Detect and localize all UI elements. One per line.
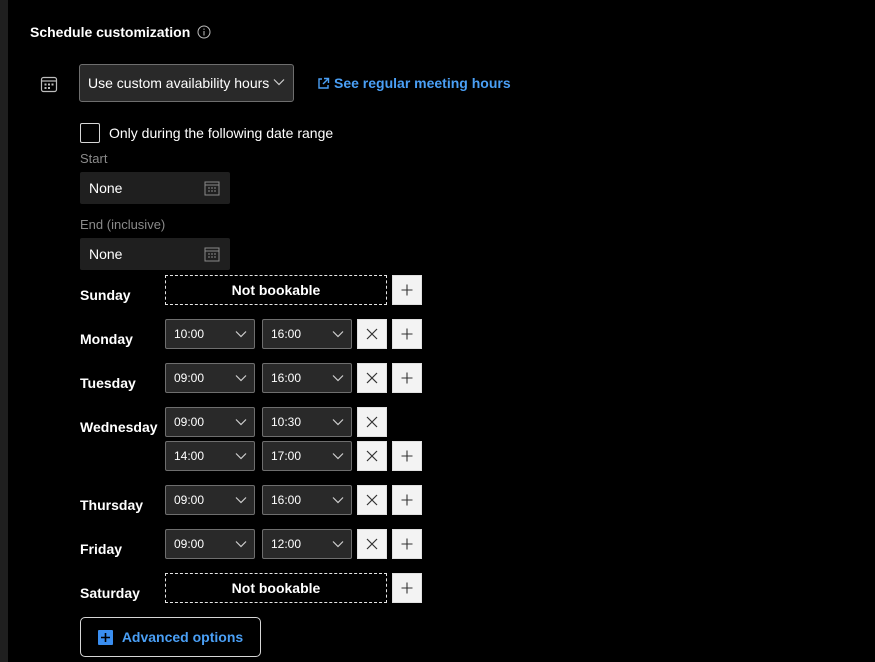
plus-icon xyxy=(401,328,413,340)
start-time-value: 09:00 xyxy=(174,493,205,507)
end-time-value: 10:30 xyxy=(271,415,302,429)
start-time-select[interactable]: 09:00 xyxy=(165,407,255,437)
start-time-select[interactable]: 09:00 xyxy=(165,363,255,393)
start-time-select[interactable]: 10:00 xyxy=(165,319,255,349)
start-time-value: 09:00 xyxy=(174,537,205,551)
end-time-select[interactable]: 16:00 xyxy=(262,363,352,393)
day-label-saturday: Saturday xyxy=(80,585,140,601)
date-range-checkbox-label: Only during the following date range xyxy=(109,125,334,141)
day-label-sunday: Sunday xyxy=(80,287,131,303)
link-label: See regular meeting hours xyxy=(334,75,511,91)
start-time-value: 09:00 xyxy=(174,415,205,429)
end-date-field[interactable]: None xyxy=(80,238,230,270)
end-time-select[interactable]: 12:00 xyxy=(262,529,352,559)
section-title: Schedule customization xyxy=(30,24,191,40)
start-time-select[interactable]: 14:00 xyxy=(165,441,255,471)
day-label-monday: Monday xyxy=(80,331,133,347)
day-label-wednesday: Wednesday xyxy=(80,419,158,435)
end-time-value: 16:00 xyxy=(271,371,302,385)
add-slot-button[interactable] xyxy=(392,275,422,305)
start-date-field[interactable]: None xyxy=(80,172,230,204)
section-header: Schedule customization xyxy=(30,24,211,40)
day-label-thursday: Thursday xyxy=(80,497,144,513)
add-slot-button[interactable] xyxy=(392,363,422,393)
not-bookable-sunday: Not bookable xyxy=(165,275,387,305)
chevron-down-icon xyxy=(332,497,344,504)
advanced-options-label: Advanced options xyxy=(121,629,244,645)
start-time-value: 10:00 xyxy=(174,327,205,341)
end-time-value: 16:00 xyxy=(271,493,302,507)
chevron-down-icon xyxy=(235,453,247,460)
chevron-down-icon xyxy=(235,541,247,548)
calendar-icon xyxy=(40,76,58,93)
availability-mode-value: Use custom availability hours xyxy=(88,75,270,91)
info-icon[interactable] xyxy=(197,25,211,39)
add-slot-button[interactable] xyxy=(392,573,422,603)
add-box-icon xyxy=(97,629,113,645)
remove-slot-button[interactable] xyxy=(357,319,387,349)
close-icon xyxy=(366,416,378,428)
end-label: End (inclusive) xyxy=(80,217,166,232)
start-time-value: 14:00 xyxy=(174,449,205,463)
close-icon xyxy=(366,450,378,462)
end-date-value: None xyxy=(89,246,123,262)
remove-slot-button[interactable] xyxy=(357,363,387,393)
left-edge-strip xyxy=(0,0,8,662)
see-regular-meeting-hours-link[interactable]: See regular meeting hours xyxy=(317,75,511,91)
add-slot-button[interactable] xyxy=(392,529,422,559)
chevron-down-icon xyxy=(273,79,285,86)
plus-icon xyxy=(401,450,413,462)
end-time-select[interactable]: 10:30 xyxy=(262,407,352,437)
start-date-value: None xyxy=(89,180,123,196)
close-icon xyxy=(366,494,378,506)
plus-icon xyxy=(401,494,413,506)
chevron-down-icon xyxy=(332,375,344,382)
start-time-select[interactable]: 09:00 xyxy=(165,485,255,515)
close-icon xyxy=(366,372,378,384)
plus-icon xyxy=(401,582,413,594)
day-label-friday: Friday xyxy=(80,541,123,557)
close-icon xyxy=(366,538,378,550)
date-range-checkbox[interactable] xyxy=(80,123,100,143)
chevron-down-icon xyxy=(332,331,344,338)
chevron-down-icon xyxy=(235,497,247,504)
end-time-value: 17:00 xyxy=(271,449,302,463)
chevron-down-icon xyxy=(235,419,247,426)
start-time-select[interactable]: 09:00 xyxy=(165,529,255,559)
start-time-value: 09:00 xyxy=(174,371,205,385)
not-bookable-saturday: Not bookable xyxy=(165,573,387,603)
end-time-value: 12:00 xyxy=(271,537,302,551)
plus-icon xyxy=(401,538,413,550)
chevron-down-icon xyxy=(332,453,344,460)
end-time-select[interactable]: 16:00 xyxy=(262,485,352,515)
end-time-select[interactable]: 17:00 xyxy=(262,441,352,471)
remove-slot-button[interactable] xyxy=(357,485,387,515)
chevron-down-icon xyxy=(235,375,247,382)
end-time-select[interactable]: 16:00 xyxy=(262,319,352,349)
start-label: Start xyxy=(80,151,108,166)
add-slot-button[interactable] xyxy=(392,441,422,471)
close-icon xyxy=(366,328,378,340)
calendar-icon[interactable] xyxy=(204,180,220,196)
day-label-tuesday: Tuesday xyxy=(80,375,136,391)
chevron-down-icon xyxy=(235,331,247,338)
remove-slot-button[interactable] xyxy=(357,441,387,471)
availability-mode-select[interactable]: Use custom availability hours xyxy=(79,64,294,102)
plus-icon xyxy=(401,372,413,384)
advanced-options-button[interactable]: Advanced options xyxy=(80,617,261,657)
chevron-down-icon xyxy=(332,541,344,548)
end-time-value: 16:00 xyxy=(271,327,302,341)
date-range-checkbox-row[interactable]: Only during the following date range xyxy=(80,123,333,143)
calendar-icon[interactable] xyxy=(204,246,220,262)
external-link-icon xyxy=(318,77,330,89)
add-slot-button[interactable] xyxy=(392,485,422,515)
add-slot-button[interactable] xyxy=(392,319,422,349)
remove-slot-button[interactable] xyxy=(357,529,387,559)
plus-icon xyxy=(401,284,413,296)
remove-slot-button[interactable] xyxy=(357,407,387,437)
chevron-down-icon xyxy=(332,419,344,426)
